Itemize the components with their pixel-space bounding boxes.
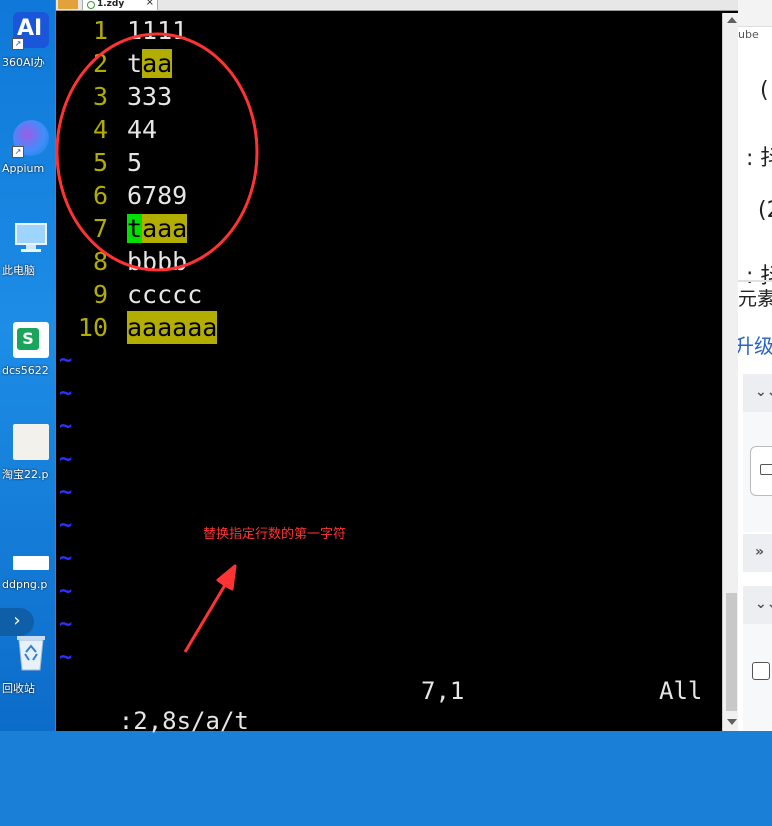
line-number: 3 [92,82,108,111]
line-number: 4 [92,115,108,144]
image-file-icon [13,556,49,570]
desktop-icon-label: Appium [2,162,45,175]
recycle-bin-icon [13,632,49,671]
app-menu-icon[interactable] [58,0,78,9]
close-icon[interactable]: × [146,0,154,8]
vim-tab-bar: 1.zdy × [56,0,739,11]
collapsed-section[interactable]: ⌄⌄ [743,586,772,624]
line-number: 10 [77,313,108,342]
cursor-position: 7,1 [421,677,465,705]
tab-label: 1.zdy [97,0,125,9]
folder-input[interactable] [750,446,772,496]
line-text: 44 [127,115,158,144]
line-number: 5 [92,148,108,177]
line-number: 8 [92,247,108,276]
shortcut-arrow-icon: ↗ [12,38,24,50]
desktop-icon-label: 360AI办 [2,56,45,69]
double-chevron-right-icon: » [755,544,765,560]
browser-tab-fragment[interactable]: ube [738,28,759,41]
empty-line-tilde: ~ [59,348,73,373]
desktop-strip: AI ↗ 360AI办 ↗ Appium 此电脑 S dcs5622 淘宝22.… [0,0,55,731]
spreadsheet-icon: S [13,322,49,358]
empty-line-tilde: ~ [59,546,73,571]
collapsed-section[interactable]: ⌄⌄ [743,374,772,412]
annotation-text: 替换指定行数的第一字符 [203,527,347,542]
line-number: 1 [92,16,108,45]
tab-1zdy[interactable]: 1.zdy × [82,0,158,11]
elements-heading: 元素 [738,288,772,310]
empty-line-tilde: ~ [59,579,73,604]
line-text: ccccc [127,280,203,309]
empty-line-tilde: ~ [59,480,73,505]
double-chevron-down-icon: ⌄⌄ [755,596,772,612]
line-number: 7 [92,214,108,243]
shortcut-arrow-icon: ↗ [12,146,24,158]
scroll-up-icon[interactable] [727,17,737,23]
search-highlight: aaa [142,214,188,243]
empty-line-tilde: ~ [59,645,73,670]
line-text: bbbb [127,247,188,276]
desktop-icon-label: 回收站 [2,682,35,695]
line-number: 2 [92,49,108,78]
cursor-char: t [127,214,143,243]
image-file-icon [13,424,49,460]
content-fragment: ( [760,78,769,103]
checkbox[interactable] [752,662,770,680]
line-text: 333 [127,82,173,111]
browser-panel: ube ( : 抖 (2 : 抖 元素 升级 ⌄⌄ » ⌄⌄ [738,0,772,731]
desktop-icon-label: 此电脑 [2,264,35,277]
empty-line-tilde: ~ [59,612,73,637]
desktop-icon-label: 淘宝22.p [2,468,49,481]
line-text-highlighted: aaaaaa [127,311,218,344]
scrollbar-thumb[interactable] [726,593,737,711]
line-text: 1111 [127,16,188,45]
line-number: 9 [92,280,108,309]
empty-line-tilde: ~ [59,447,73,472]
search-highlight: aa [142,49,173,78]
vim-command-line[interactable]: :2,8s/a/t 7,1 All [61,676,721,735]
panel-divider [738,280,772,282]
line-text: taa [127,47,173,80]
content-fragment: (2 [758,198,772,223]
line-text: 5 [127,148,143,177]
scroll-down-icon[interactable] [727,719,737,725]
modified-dot-icon [87,1,95,9]
desktop-icon-label: ddpng.p [2,578,48,591]
empty-line-tilde: ~ [59,414,73,439]
line-text: 6789 [127,181,188,210]
scroll-indicator: All [659,677,703,705]
empty-line-tilde: ~ [59,513,73,538]
chevron-right-icon: › [13,610,21,631]
line-number: 6 [92,181,108,210]
sheet-badge-text: S [17,328,39,350]
vim-window[interactable]: 1.zdy × 1 1111 2 taa 3 333 4 44 55 6 6789 7 ta… [55,0,740,735]
browser-tab-strip [738,0,772,27]
double-chevron-down-icon: ⌄⌄ [755,384,772,400]
folder-icon [760,464,772,475]
upgrade-link[interactable]: 升级 [738,330,772,359]
content-fragment: : 抖 [746,146,772,171]
text-segment: t [127,49,143,78]
desktop-icon-label: dcs5622 [2,364,49,377]
empty-line-tilde: ~ [59,381,73,406]
computer-icon [13,220,49,256]
collapsed-section[interactable]: » [743,534,772,572]
line-text: taaa [127,212,188,245]
